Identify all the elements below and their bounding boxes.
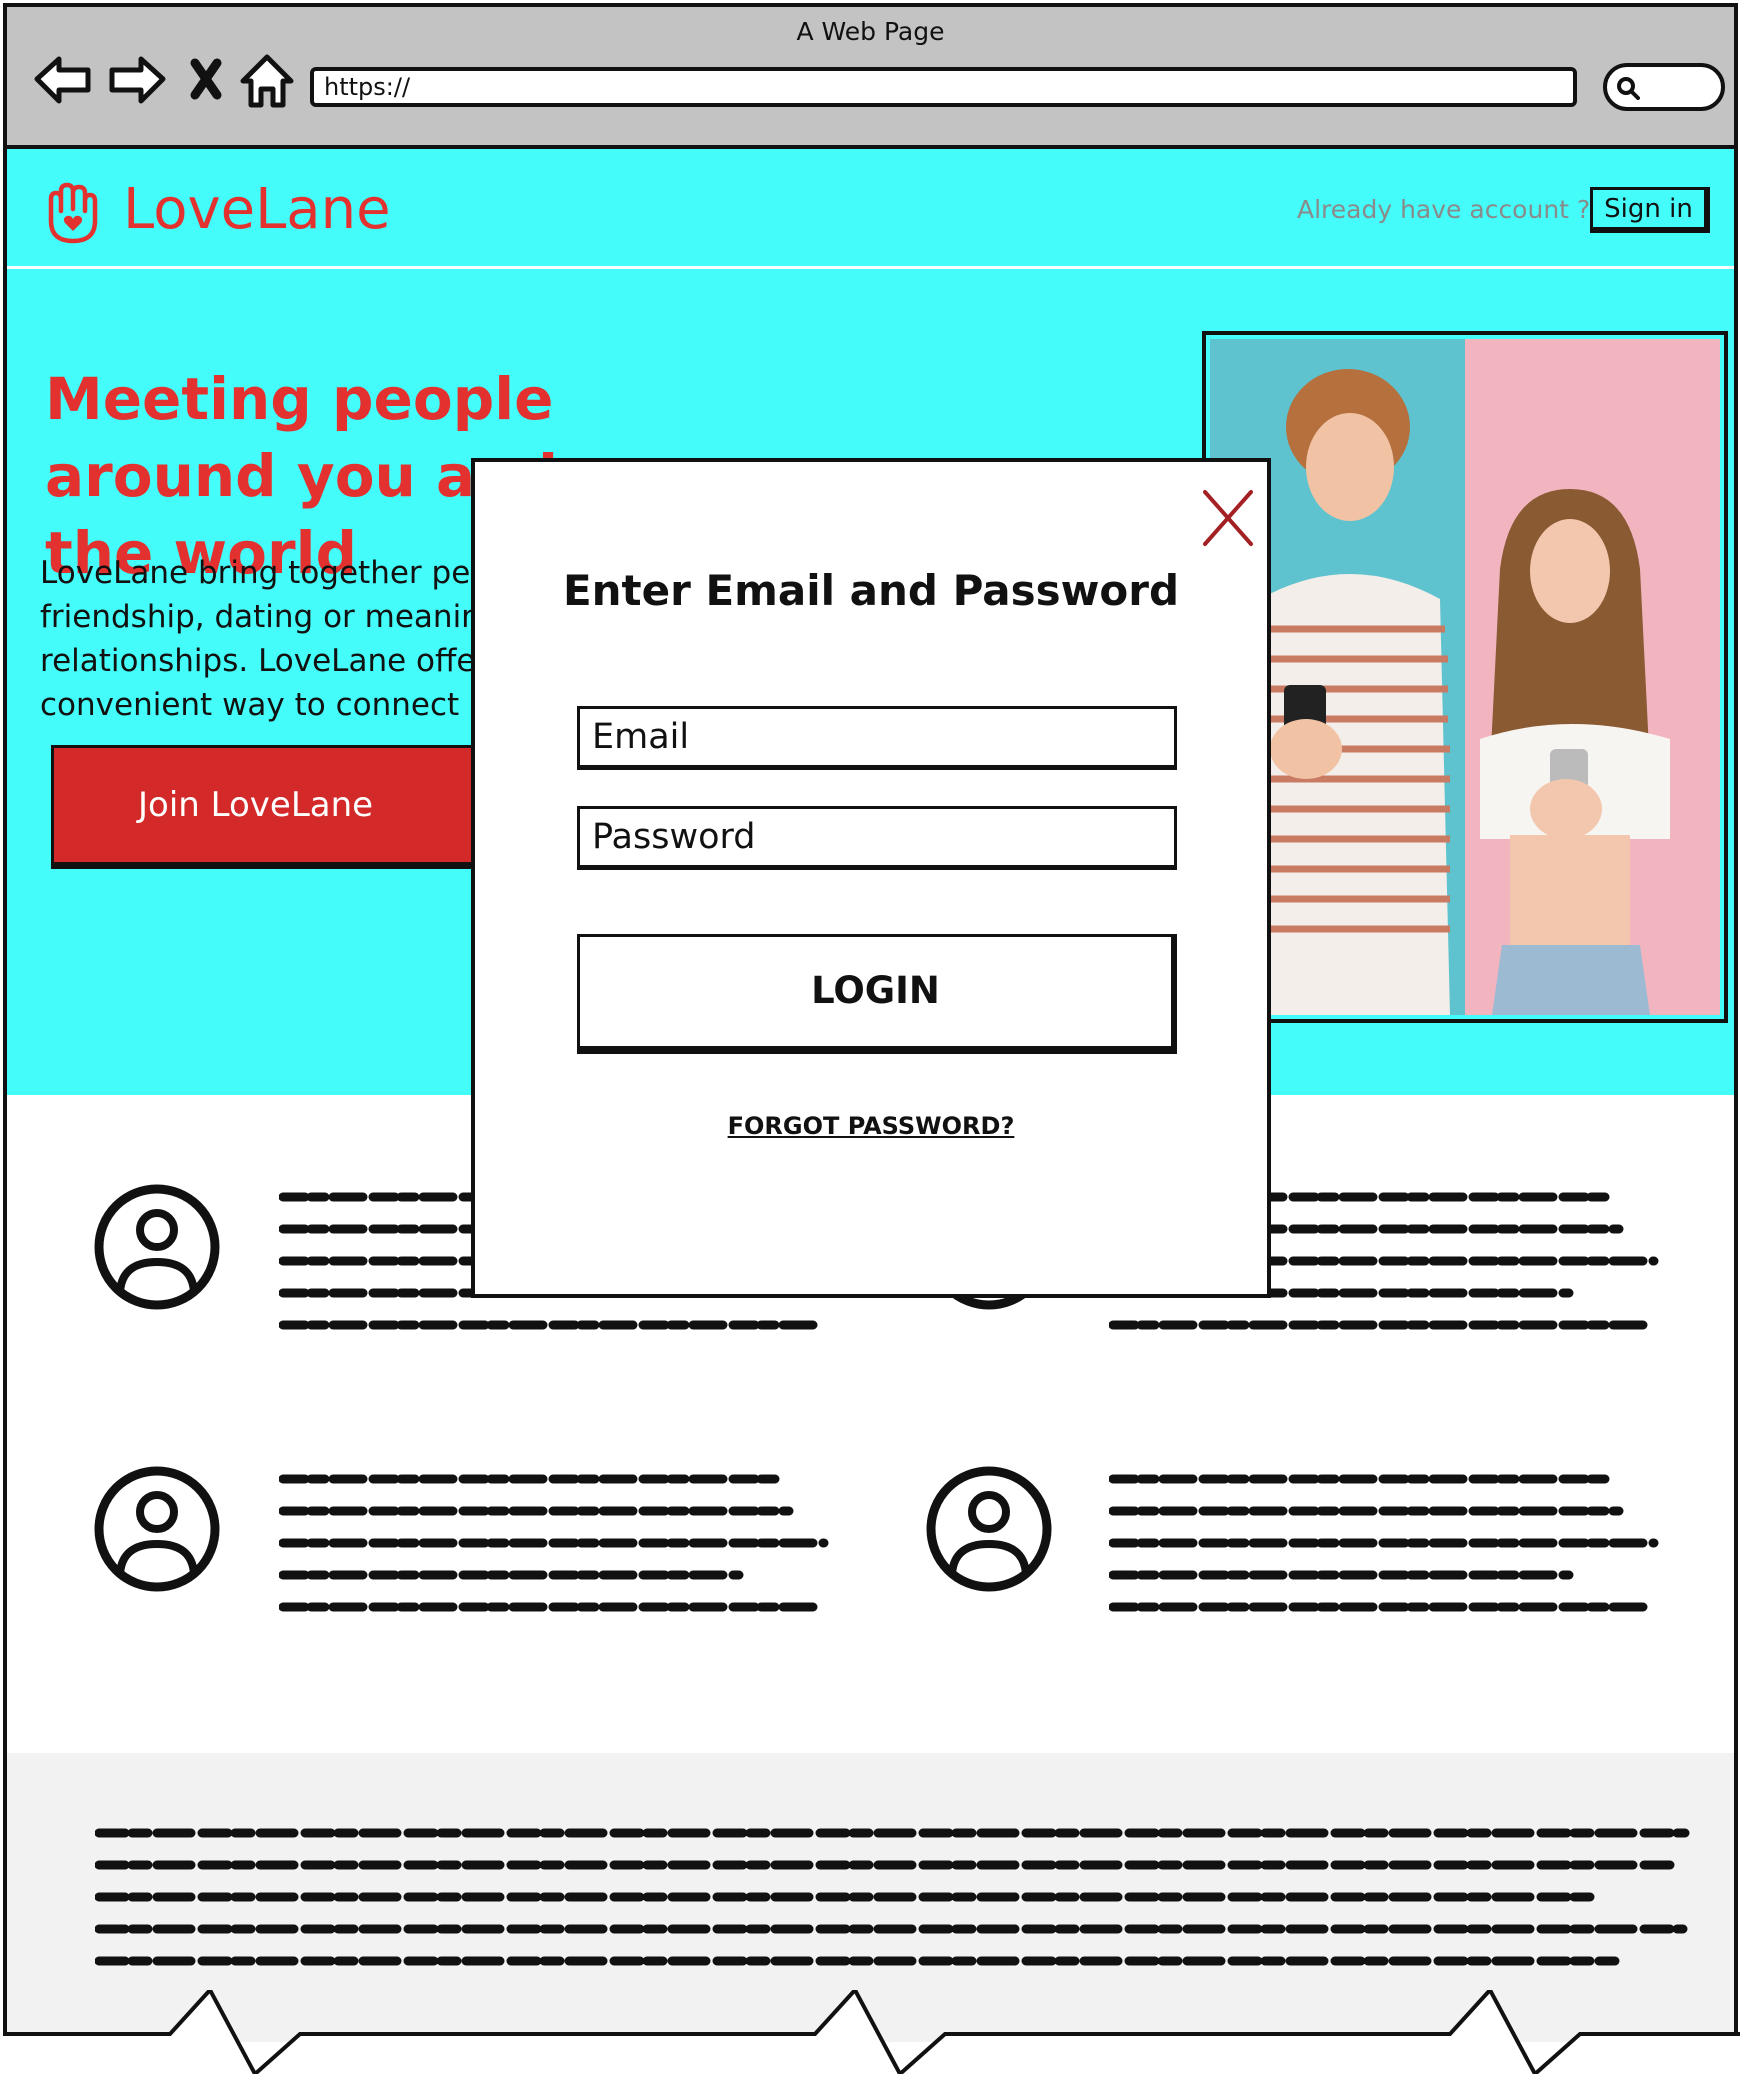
site-header: LoveLane Already have account ? Sign in — [7, 149, 1734, 269]
placeholder-text — [1109, 1474, 1659, 1612]
password-field[interactable] — [577, 806, 1177, 870]
forward-arrow-icon[interactable] — [107, 51, 167, 111]
login-modal: Enter Email and Password LOGIN FORGOT PA… — [471, 458, 1271, 1298]
home-icon[interactable] — [237, 51, 297, 111]
window-title: A Web Page — [796, 17, 945, 46]
torn-edge — [0, 1990, 1744, 2074]
browser-toolbar: A Web Page https:// — [7, 7, 1734, 149]
email-field[interactable] — [577, 706, 1177, 770]
join-button[interactable]: Join LoveLane — [51, 745, 491, 869]
search-icon — [1617, 77, 1640, 100]
couple-with-phones-photo — [1210, 339, 1720, 1015]
modal-title: Enter Email and Password — [562, 566, 1180, 615]
close-x-icon[interactable] — [1201, 488, 1255, 548]
user-circle-icon — [926, 1466, 1052, 1592]
browser-search-field[interactable] — [1603, 63, 1725, 111]
user-circle-icon — [94, 1184, 220, 1310]
forgot-password-link[interactable]: FORGOT PASSWORD? — [475, 1112, 1267, 1140]
raised-hand-heart-icon — [48, 182, 98, 244]
address-bar[interactable]: https:// — [310, 67, 1577, 107]
brand-logo[interactable]: LoveLane — [123, 177, 391, 242]
placeholder-text — [95, 1828, 1690, 1966]
back-arrow-icon[interactable] — [33, 51, 93, 111]
hero-photo — [1202, 331, 1728, 1023]
user-circle-icon — [94, 1466, 220, 1592]
close-x-icon[interactable] — [183, 51, 243, 111]
login-button[interactable]: LOGIN — [577, 934, 1177, 1054]
sign-in-button[interactable]: Sign in — [1590, 187, 1710, 233]
account-prompt: Already have account ? — [1297, 195, 1591, 224]
placeholder-text — [279, 1474, 829, 1612]
